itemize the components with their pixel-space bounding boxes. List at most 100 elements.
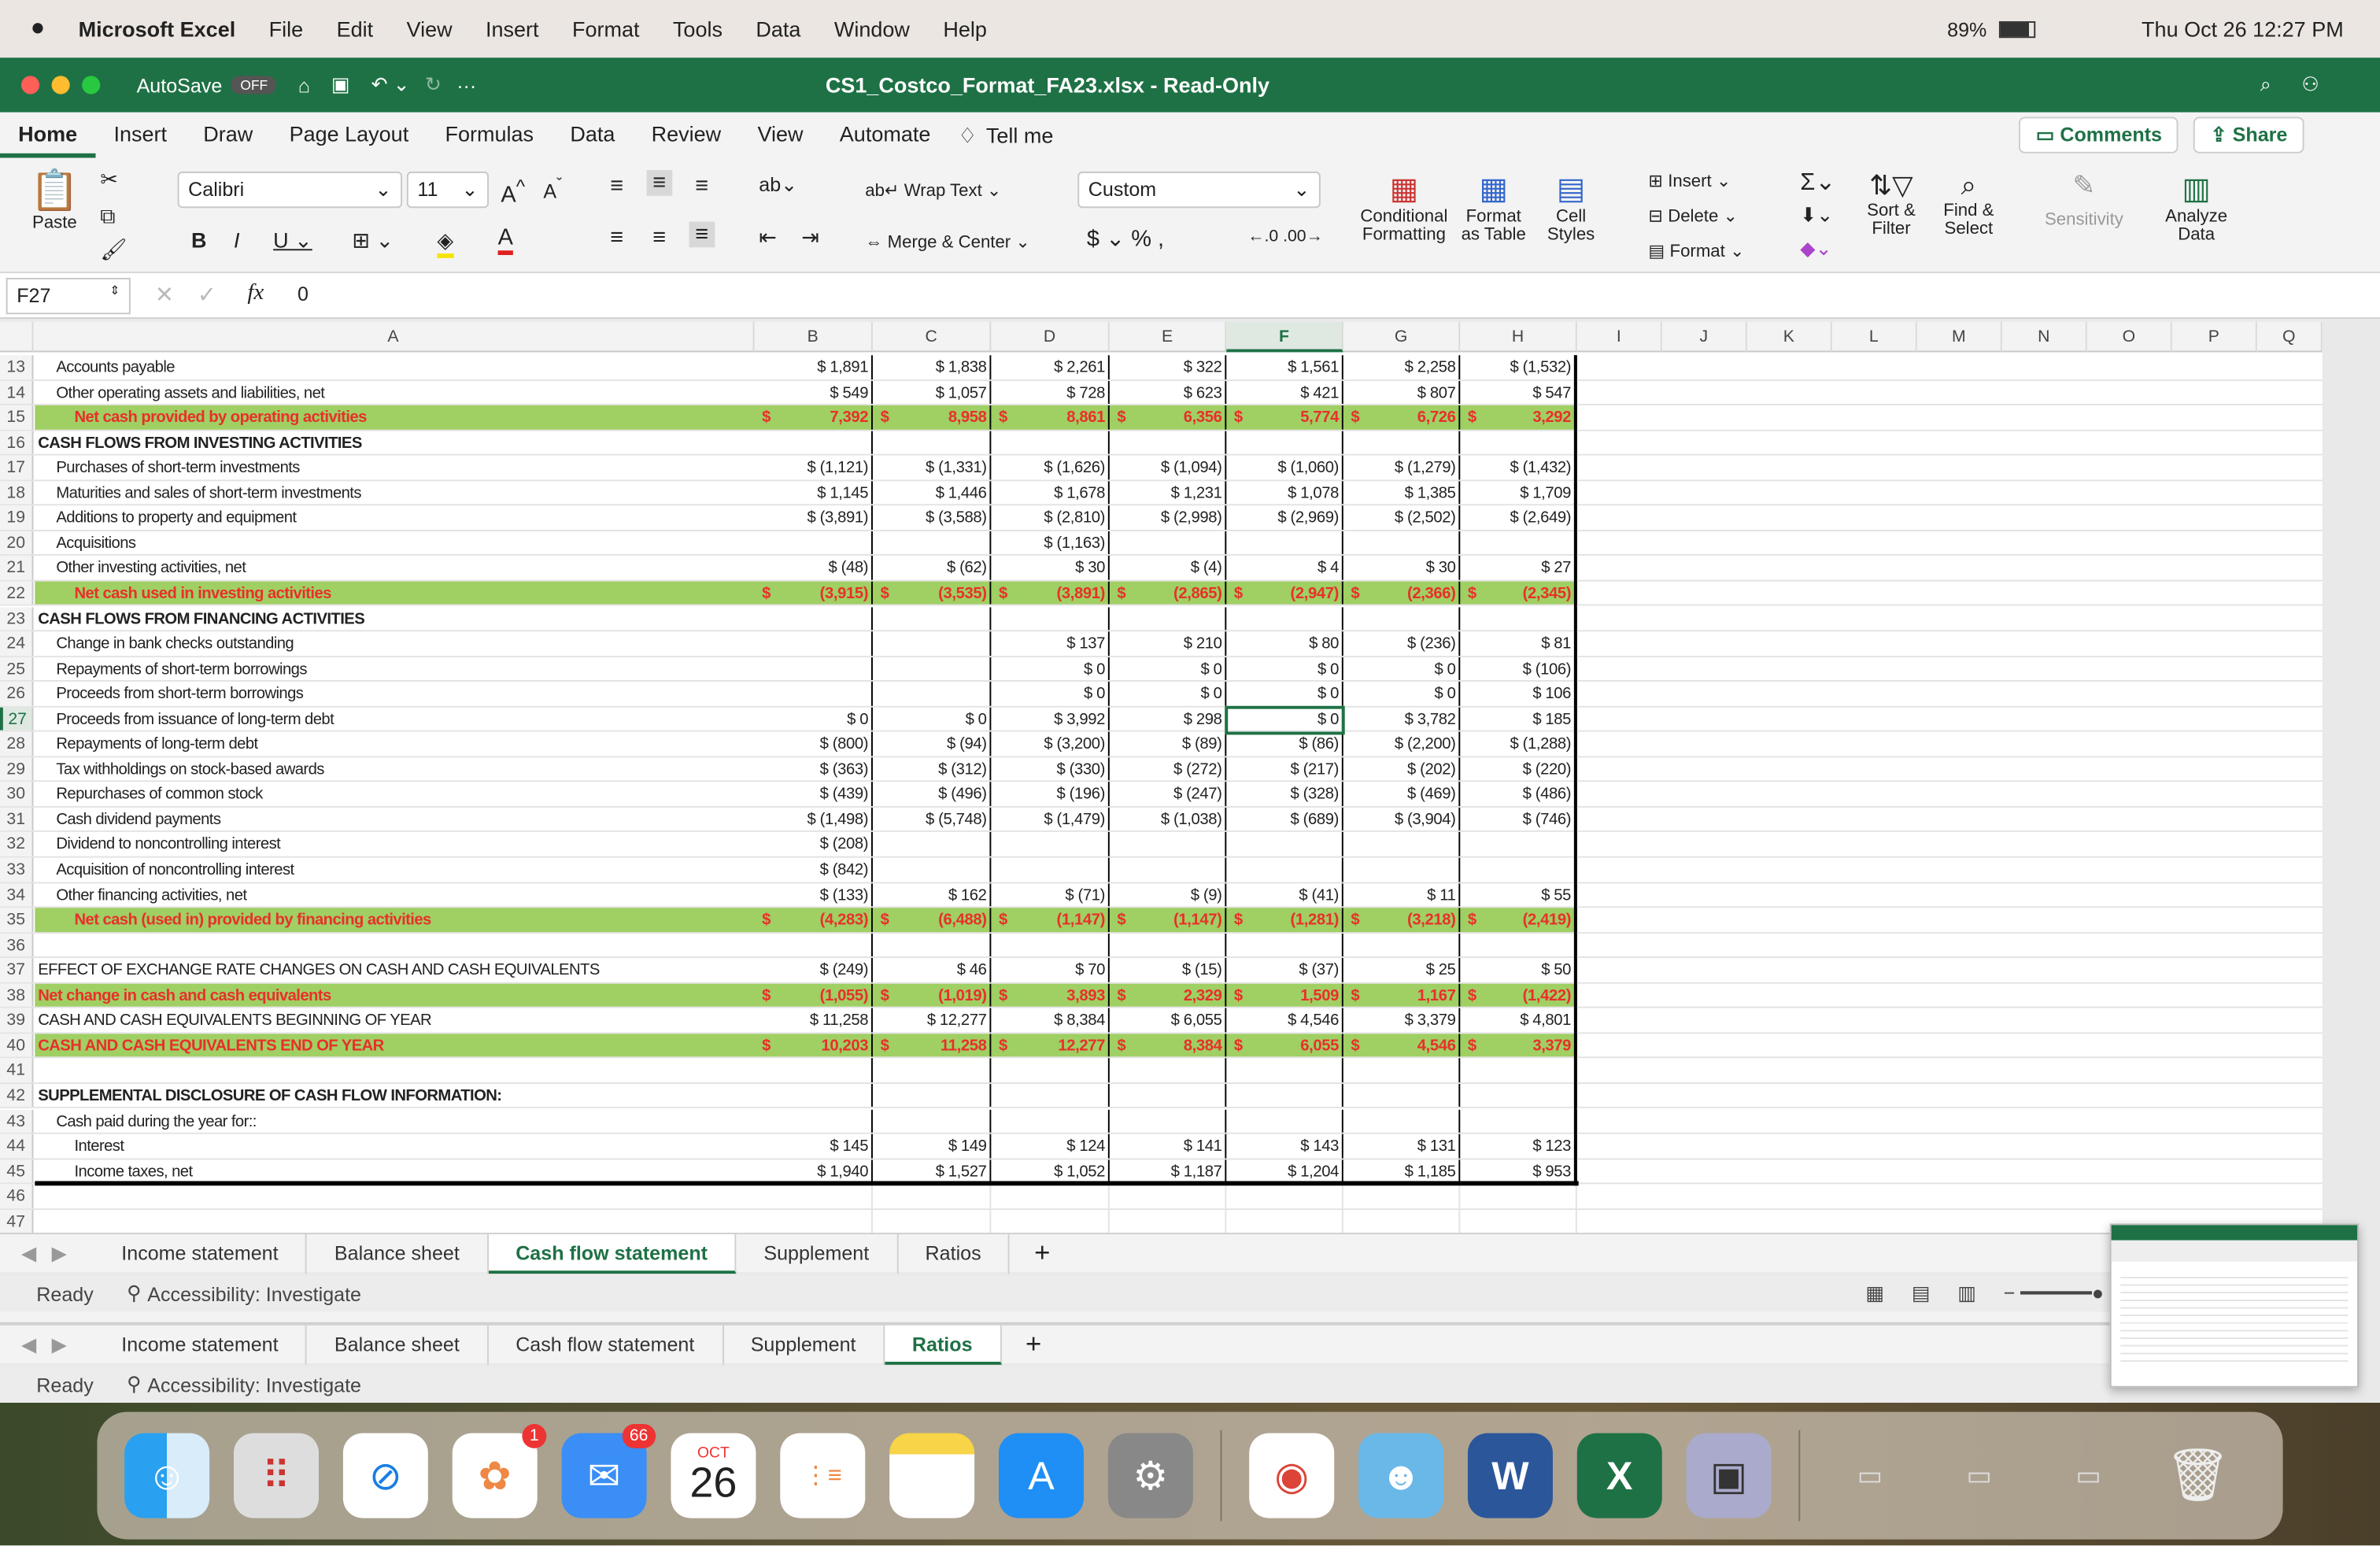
cell-d37[interactable]: $ 70 — [991, 958, 1110, 982]
name-box[interactable]: F27 ⇕ — [6, 277, 131, 315]
cell-d22[interactable]: $ (3,891) — [991, 581, 1110, 605]
row-header[interactable]: 43 — [0, 1108, 34, 1133]
cell-b34[interactable]: $ (133) — [754, 882, 873, 907]
cell-g44[interactable]: $ 131 — [1343, 1134, 1461, 1158]
row-header[interactable]: 14 — [0, 380, 34, 405]
cell-h18[interactable]: $ 1,709 — [1460, 480, 1577, 505]
row-header[interactable]: 41 — [0, 1058, 34, 1082]
align-top-icon[interactable]: ≡ — [610, 173, 623, 199]
cell-e19[interactable]: $ (2,998) — [1110, 505, 1227, 530]
cell-h32[interactable] — [1460, 832, 1577, 856]
cell-f28[interactable]: $ (86) — [1226, 732, 1343, 756]
font-size-select[interactable]: 11 ⌄ — [406, 171, 489, 209]
cell-h47[interactable] — [1460, 1209, 1577, 1233]
row-header[interactable]: 30 — [0, 782, 34, 806]
cell-h19[interactable]: $ (2,649) — [1460, 505, 1577, 530]
cell-c16[interactable] — [873, 431, 992, 455]
cell-f22[interactable]: $ (2,947) — [1226, 581, 1343, 605]
cell-f18[interactable]: $ 1,078 — [1226, 480, 1343, 505]
cell-b22[interactable]: $ (3,915) — [754, 581, 873, 605]
cell-d33[interactable] — [991, 857, 1110, 882]
row-header[interactable]: 47 — [0, 1209, 34, 1233]
scroll-right-arrow[interactable]: ▶ — [52, 1241, 67, 1266]
comments-button[interactable]: ▭ Comments — [2019, 117, 2179, 153]
cell-f13[interactable]: $ 1,561 — [1226, 355, 1343, 379]
cell-f39[interactable]: $ 4,546 — [1226, 1008, 1343, 1033]
cell-e21[interactable]: $ (4) — [1110, 556, 1227, 580]
cell-c23[interactable] — [873, 606, 992, 631]
row-header[interactable]: 29 — [0, 756, 34, 781]
row-label[interactable]: Cash dividend payments — [56, 808, 221, 832]
cell-g24[interactable]: $ (236) — [1343, 631, 1461, 656]
row-label[interactable]: Change in bank checks outstanding — [56, 631, 294, 656]
row-label[interactable]: Repayments of long-term debt — [56, 732, 258, 756]
cell-h23[interactable] — [1460, 606, 1577, 631]
row-header[interactable]: 35 — [0, 908, 34, 932]
cell-g39[interactable]: $ 3,379 — [1343, 1008, 1461, 1033]
cell-c32[interactable] — [873, 832, 992, 856]
tab-formulas[interactable]: Formulas — [427, 113, 552, 158]
cell-g26[interactable]: $ 0 — [1343, 682, 1461, 706]
cell-g37[interactable]: $ 25 — [1343, 958, 1461, 982]
sheet-tab[interactable]: Balance sheet — [307, 1233, 489, 1274]
column-header-e[interactable]: E — [1109, 321, 1227, 353]
cell-g36[interactable] — [1343, 933, 1461, 957]
menu-view[interactable]: View — [407, 17, 453, 41]
cell-b23[interactable] — [754, 606, 873, 631]
cell-g41[interactable] — [1343, 1058, 1461, 1082]
cell-c21[interactable]: $ (62) — [873, 556, 992, 580]
enter-icon[interactable]: ✓ — [198, 281, 216, 309]
sheet-tab[interactable]: Cash flow statement — [488, 1233, 737, 1274]
zoom-slider[interactable]: − ━━━━━━● — [2004, 1282, 2104, 1306]
scroll-left-arrow[interactable]: ◀ — [21, 1241, 36, 1266]
scroll-right-arrow[interactable]: ▶ — [52, 1332, 67, 1356]
cell-f45[interactable]: $ 1,204 — [1226, 1159, 1343, 1183]
row-header[interactable]: 24 — [0, 631, 34, 656]
save-icon[interactable]: ▣ — [331, 73, 350, 98]
cell-g30[interactable]: $ (469) — [1343, 782, 1461, 806]
cell-c42[interactable] — [873, 1083, 992, 1108]
cell-c41[interactable] — [873, 1058, 992, 1082]
row-header[interactable]: 19 — [0, 505, 34, 530]
row-label[interactable]: Income taxes, net — [74, 1160, 193, 1184]
row-header[interactable]: 42 — [0, 1083, 34, 1108]
cell-f35[interactable]: $ (1,281) — [1226, 908, 1343, 932]
chrome-icon[interactable]: ◉ — [1249, 1433, 1335, 1518]
orientation-icon[interactable]: ab⌄ — [759, 173, 797, 198]
menu-data[interactable]: Data — [756, 17, 800, 41]
search-icon[interactable]: ⌕ — [2260, 73, 2271, 98]
clear-icon[interactable]: ◆⌄ — [1800, 237, 1831, 261]
cell-d25[interactable]: $ 0 — [991, 656, 1110, 681]
cell-h43[interactable] — [1460, 1108, 1577, 1133]
selected-cell-f27[interactable] — [1225, 705, 1345, 735]
cell-f32[interactable] — [1226, 832, 1343, 856]
align-middle-icon[interactable]: ≡ — [646, 169, 672, 196]
cell-e40[interactable]: $8,384 — [1110, 1034, 1227, 1058]
row-header[interactable]: 13 — [0, 355, 34, 379]
row-label[interactable]: CASH FLOWS FROM INVESTING ACTIVITIES — [38, 431, 362, 455]
cell-b15[interactable]: $7,392 — [754, 405, 873, 430]
cell-h41[interactable] — [1460, 1058, 1577, 1082]
row-header[interactable]: 27 — [0, 707, 34, 731]
cell-h22[interactable]: $ (2,345) — [1460, 581, 1577, 605]
row-label[interactable]: Acquisition of noncontrolling interest — [56, 858, 294, 882]
cell-f31[interactable]: $ (689) — [1226, 807, 1343, 831]
cell-e43[interactable] — [1110, 1108, 1227, 1133]
row-label[interactable]: Dividend to noncontrolling interest — [56, 833, 280, 857]
cell-e20[interactable] — [1110, 531, 1227, 555]
cell-b25[interactable] — [754, 656, 873, 681]
cell-g42[interactable] — [1343, 1083, 1461, 1108]
undo-icon[interactable]: ↶ ⌄ — [371, 73, 410, 98]
cell-f14[interactable]: $ 421 — [1226, 380, 1343, 405]
row-label[interactable]: Repayments of short-term borrowings — [56, 656, 307, 681]
cell-f40[interactable]: $6,055 — [1226, 1034, 1343, 1058]
menu-file[interactable]: File — [269, 17, 304, 41]
cell-b26[interactable] — [754, 682, 873, 706]
underline-button[interactable]: U ⌄ — [273, 227, 312, 253]
cell-b39[interactable]: $ 11,258 — [754, 1008, 873, 1033]
cell-g31[interactable]: $ (3,904) — [1343, 807, 1461, 831]
cell-e39[interactable]: $ 6,055 — [1110, 1008, 1227, 1033]
menu-insert[interactable]: Insert — [486, 17, 539, 41]
column-header-a[interactable]: A — [33, 321, 755, 353]
tab-review[interactable]: Review — [634, 113, 740, 158]
